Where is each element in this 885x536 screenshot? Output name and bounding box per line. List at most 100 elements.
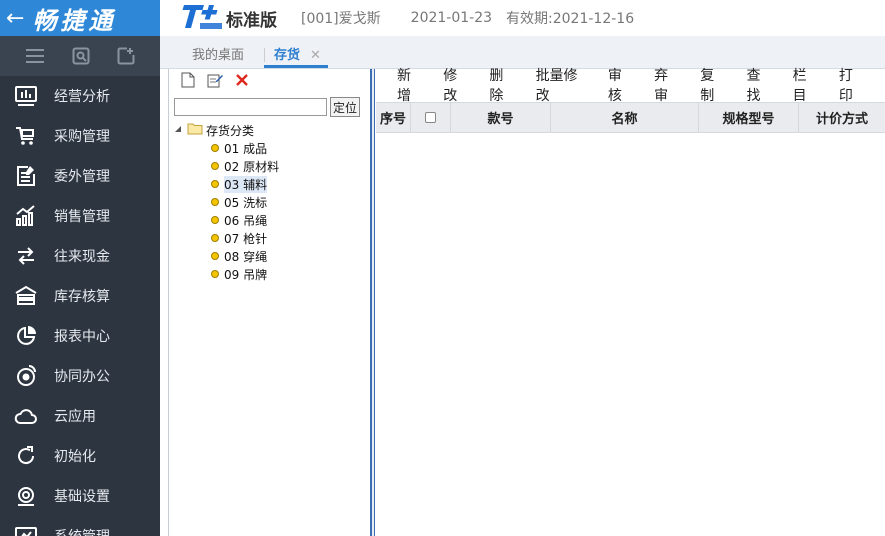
tree-node-selected[interactable]: 03 辅料	[169, 175, 370, 193]
column-header-style-no[interactable]: 款号	[451, 103, 551, 132]
brand-name: 畅捷通	[32, 6, 117, 35]
column-header-pricing[interactable]: 计价方式	[799, 103, 885, 132]
tab-bar: 我的桌面 存货 ✕	[160, 36, 885, 69]
sidebar-item-label: 销售管理	[54, 209, 110, 225]
delete-button[interactable]: 删除	[489, 65, 515, 105]
sidebar-item-label: 往来现金	[54, 249, 110, 265]
app-window: ← 畅捷通 经营分析 采购管理 委外管理 销售管理 往来现金 库存核算 报表中心…	[0, 0, 885, 536]
tree-node-label: 01 成品	[224, 141, 268, 156]
tree-node[interactable]: 06 吊绳	[169, 211, 370, 229]
sidebar-item-cloud[interactable]: 云应用	[0, 396, 160, 436]
cart-icon	[16, 127, 34, 145]
sidebar-toolbar	[0, 36, 160, 76]
copy-button[interactable]: 复制	[700, 65, 726, 105]
folder-icon	[187, 122, 203, 138]
sidebar-item-label: 采购管理	[54, 129, 110, 145]
tplus-logo-icon	[178, 3, 224, 33]
inventory-grid-area: 新增 修改 删除 批量修改 审核 弃审 复制 查找 栏目 打印 序号 款号 名称…	[376, 68, 885, 536]
panel-splitter[interactable]	[370, 69, 375, 536]
grid-header: 序号 款号 名称 规格型号 计价方式	[376, 102, 885, 133]
brand-bar: ← 畅捷通	[0, 0, 160, 36]
sidebar-item-settings[interactable]: 基础设置	[0, 476, 160, 516]
tree-node-label: 09 吊牌	[224, 267, 268, 282]
menu-icon[interactable]	[25, 48, 45, 64]
node-dot-icon	[211, 162, 219, 170]
sidebar-item-label: 云应用	[54, 409, 96, 425]
tab-my-desktop[interactable]: 我的桌面	[192, 44, 244, 68]
tree-node-label: 03 辅料	[224, 175, 268, 193]
sidebar-item-reports[interactable]: 报表中心	[0, 316, 160, 356]
exchange-icon	[18, 247, 34, 265]
column-header-seq[interactable]: 序号	[376, 103, 411, 132]
print-button[interactable]: 打印	[839, 65, 865, 105]
new-doc-icon[interactable]	[181, 72, 195, 92]
sidebar-item-inventory[interactable]: 库存核算	[0, 276, 160, 316]
sidebar-item-system[interactable]: 系统管理	[0, 516, 160, 536]
tree-node[interactable]: 02 原材料	[169, 157, 370, 175]
column-header-name[interactable]: 名称	[551, 103, 699, 132]
tree-node-label: 05 洗标	[224, 195, 268, 210]
sidebar-item-label: 报表中心	[54, 329, 110, 345]
grid-toolbar: 新增 修改 删除 批量修改 审核 弃审 复制 查找 栏目 打印	[376, 68, 885, 104]
validity-date: 有效期:2021-12-16	[506, 11, 635, 27]
collapse-triangle-icon[interactable]	[173, 123, 183, 137]
delete-icon[interactable]	[235, 73, 249, 91]
sales-chart-icon	[16, 205, 35, 226]
tree-search-input[interactable]	[174, 98, 327, 116]
node-dot-icon	[211, 180, 219, 188]
sidebar-item-cash[interactable]: 往来现金	[0, 236, 160, 276]
sidebar-item-outsource[interactable]: 委外管理	[0, 156, 160, 196]
sidebar-item-collab[interactable]: 协同办公	[0, 356, 160, 396]
close-tab-icon[interactable]: ✕	[310, 48, 321, 63]
add-doc-icon[interactable]	[117, 47, 135, 65]
product-logo: 标准版	[178, 3, 277, 33]
tree-node[interactable]: 09 吊牌	[169, 265, 370, 283]
tree-node[interactable]: 08 穿绳	[169, 247, 370, 265]
tree-node[interactable]: 07 枪针	[169, 229, 370, 247]
find-button[interactable]: 查找	[746, 65, 772, 105]
sidebar-item-label: 基础设置	[54, 489, 110, 505]
search-doc-icon[interactable]	[72, 47, 90, 65]
tab-inventory[interactable]: 存货 ✕	[264, 44, 328, 68]
node-dot-icon	[211, 270, 219, 278]
system-icon	[15, 527, 37, 536]
approve-button[interactable]: 审核	[608, 65, 634, 105]
header-bar: 标准版 [001]爱戈斯 2021-01-23 有效期:2021-12-16	[160, 0, 885, 36]
edition-label: 标准版	[226, 11, 277, 31]
login-date: 2021-01-23	[410, 10, 493, 26]
sidebar-item-label: 经营分析	[54, 89, 110, 105]
tree-root[interactable]: 存货分类	[169, 121, 370, 139]
add-button[interactable]: 新增	[397, 65, 423, 105]
settings-icon	[18, 487, 34, 506]
sidebar-item-analysis[interactable]: 经营分析	[0, 76, 160, 116]
tree-node[interactable]: 01 成品	[169, 139, 370, 157]
columns-button[interactable]: 栏目	[793, 65, 819, 105]
column-header-spec[interactable]: 规格型号	[699, 103, 799, 132]
category-tree-panel: 定位 存货分类 01 成品 02 原材料 03 辅料 05 洗标 06 吊绳 0…	[168, 69, 370, 536]
column-header-select[interactable]	[411, 103, 451, 132]
tree-node-label: 07 枪针	[224, 231, 268, 246]
analysis-icon	[15, 86, 37, 106]
sidebar-item-sales[interactable]: 销售管理	[0, 196, 160, 236]
sidebar-item-label: 初始化	[54, 449, 96, 465]
locate-button[interactable]: 定位	[330, 97, 360, 117]
sidebar: ← 畅捷通 经营分析 采购管理 委外管理 销售管理 往来现金 库存核算 报表中心…	[0, 0, 160, 536]
node-dot-icon	[211, 198, 219, 206]
tree-node-label: 06 吊绳	[224, 213, 268, 228]
node-dot-icon	[211, 234, 219, 242]
edit-doc-icon[interactable]	[207, 72, 223, 92]
sidebar-item-init[interactable]: 初始化	[0, 436, 160, 476]
node-dot-icon	[211, 216, 219, 224]
sidebar-item-purchase[interactable]: 采购管理	[0, 116, 160, 156]
unapprove-button[interactable]: 弃审	[654, 65, 680, 105]
batch-modify-button[interactable]: 批量修改	[536, 65, 588, 105]
back-arrow-icon[interactable]: ←	[6, 6, 24, 31]
sidebar-menu: 经营分析 采购管理 委外管理 销售管理 往来现金 库存核算 报表中心 协同办公 …	[0, 76, 160, 536]
modify-button[interactable]: 修改	[443, 65, 469, 105]
tree-search: 定位	[169, 97, 370, 117]
select-all-checkbox[interactable]	[425, 112, 436, 123]
tree-node[interactable]: 05 洗标	[169, 193, 370, 211]
tab-label: 存货	[274, 48, 301, 63]
outsource-icon	[17, 166, 35, 186]
tree-node-label: 02 原材料	[224, 159, 280, 174]
